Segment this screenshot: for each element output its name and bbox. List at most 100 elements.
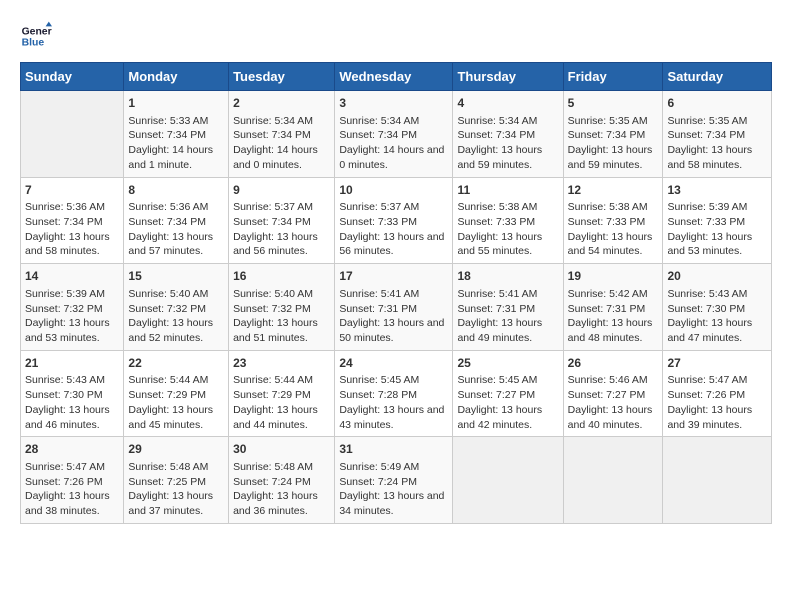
cell-content: Sunrise: 5:37 AM Sunset: 7:34 PM Dayligh… [233, 200, 330, 259]
day-number: 20 [667, 268, 767, 285]
calendar-cell: 16 Sunrise: 5:40 AM Sunset: 7:32 PM Dayli… [229, 264, 335, 351]
cell-content: Sunrise: 5:36 AM Sunset: 7:34 PM Dayligh… [128, 200, 224, 259]
day-number: 25 [457, 355, 558, 372]
calendar-cell: 17 Sunrise: 5:41 AM Sunset: 7:31 PM Dayli… [335, 264, 453, 351]
day-number: 17 [339, 268, 448, 285]
logo: General Blue [20, 20, 56, 52]
calendar-cell: 23Sunrise: 5:44 AM Sunset: 7:29 PM Dayli… [229, 350, 335, 437]
cell-content: Sunrise: 5:47 AM Sunset: 7:26 PM Dayligh… [667, 373, 767, 432]
cell-content: Sunrise: 5:47 AM Sunset: 7:26 PM Dayligh… [25, 460, 119, 519]
calendar-cell: 30 Sunrise: 5:48 AM Sunset: 7:24 PM Dayli… [229, 437, 335, 524]
day-number: 1 [128, 95, 224, 112]
page-header: General Blue [20, 20, 772, 52]
cell-content: Sunrise: 5:41 AM Sunset: 7:31 PM Dayligh… [457, 287, 558, 346]
day-number: 16 [233, 268, 330, 285]
svg-text:General: General [22, 26, 52, 37]
day-number: 9 [233, 182, 330, 199]
day-number: 21 [25, 355, 119, 372]
calendar-cell: 10Sunrise: 5:37 AM Sunset: 7:33 PM Dayli… [335, 177, 453, 264]
cell-content: Sunrise: 5:43 AM Sunset: 7:30 PM Dayligh… [25, 373, 119, 432]
cell-content: Sunrise: 5:45 AM Sunset: 7:27 PM Dayligh… [457, 373, 558, 432]
cell-content: Sunrise: 5:38 AM Sunset: 7:33 PM Dayligh… [457, 200, 558, 259]
day-number: 15 [128, 268, 224, 285]
calendar-cell: 31 Sunrise: 5:49 AM Sunset: 7:24 PM Dayli… [335, 437, 453, 524]
day-number: 10 [339, 182, 448, 199]
calendar-cell: 20 Sunrise: 5:43 AM Sunset: 7:30 PM Dayli… [663, 264, 772, 351]
day-number: 4 [457, 95, 558, 112]
weekday-header-sunday: Sunday [21, 63, 124, 91]
day-number: 11 [457, 182, 558, 199]
calendar-table: SundayMondayTuesdayWednesdayThursdayFrid… [20, 62, 772, 524]
cell-content: Sunrise: 5:42 AM Sunset: 7:31 PM Dayligh… [568, 287, 659, 346]
weekday-header-wednesday: Wednesday [335, 63, 453, 91]
day-number: 23 [233, 355, 330, 372]
cell-content: Sunrise: 5:48 AM Sunset: 7:25 PM Dayligh… [128, 460, 224, 519]
day-number: 8 [128, 182, 224, 199]
logo-icon: General Blue [20, 20, 52, 52]
cell-content: Sunrise: 5:49 AM Sunset: 7:24 PM Dayligh… [339, 460, 448, 519]
calendar-cell: 12Sunrise: 5:38 AM Sunset: 7:33 PM Dayli… [563, 177, 663, 264]
cell-content: Sunrise: 5:33 AM Sunset: 7:34 PM Dayligh… [128, 114, 224, 173]
day-number: 29 [128, 441, 224, 458]
cell-content: Sunrise: 5:35 AM Sunset: 7:34 PM Dayligh… [667, 114, 767, 173]
calendar-cell: 24Sunrise: 5:45 AM Sunset: 7:28 PM Dayli… [335, 350, 453, 437]
cell-content: Sunrise: 5:43 AM Sunset: 7:30 PM Dayligh… [667, 287, 767, 346]
calendar-cell: 8Sunrise: 5:36 AM Sunset: 7:34 PM Daylig… [124, 177, 229, 264]
calendar-cell: 22Sunrise: 5:44 AM Sunset: 7:29 PM Dayli… [124, 350, 229, 437]
calendar-cell [563, 437, 663, 524]
calendar-cell [663, 437, 772, 524]
cell-content: Sunrise: 5:39 AM Sunset: 7:32 PM Dayligh… [25, 287, 119, 346]
calendar-cell: 15 Sunrise: 5:40 AM Sunset: 7:32 PM Dayli… [124, 264, 229, 351]
cell-content: Sunrise: 5:38 AM Sunset: 7:33 PM Dayligh… [568, 200, 659, 259]
calendar-cell: 27Sunrise: 5:47 AM Sunset: 7:26 PM Dayli… [663, 350, 772, 437]
day-number: 22 [128, 355, 224, 372]
calendar-cell: 7Sunrise: 5:36 AM Sunset: 7:34 PM Daylig… [21, 177, 124, 264]
cell-content: Sunrise: 5:45 AM Sunset: 7:28 PM Dayligh… [339, 373, 448, 432]
day-number: 18 [457, 268, 558, 285]
cell-content: Sunrise: 5:37 AM Sunset: 7:33 PM Dayligh… [339, 200, 448, 259]
day-number: 6 [667, 95, 767, 112]
svg-text:Blue: Blue [22, 38, 45, 49]
calendar-cell: 19 Sunrise: 5:42 AM Sunset: 7:31 PM Dayli… [563, 264, 663, 351]
cell-content: Sunrise: 5:34 AM Sunset: 7:34 PM Dayligh… [457, 114, 558, 173]
day-number: 7 [25, 182, 119, 199]
day-number: 5 [568, 95, 659, 112]
day-number: 27 [667, 355, 767, 372]
calendar-cell: 6 Sunrise: 5:35 AM Sunset: 7:34 PM Daylig… [663, 91, 772, 178]
weekday-header-saturday: Saturday [663, 63, 772, 91]
calendar-cell: 9Sunrise: 5:37 AM Sunset: 7:34 PM Daylig… [229, 177, 335, 264]
day-number: 30 [233, 441, 330, 458]
calendar-cell: 11Sunrise: 5:38 AM Sunset: 7:33 PM Dayli… [453, 177, 563, 264]
cell-content: Sunrise: 5:41 AM Sunset: 7:31 PM Dayligh… [339, 287, 448, 346]
calendar-cell: 14 Sunrise: 5:39 AM Sunset: 7:32 PM Dayli… [21, 264, 124, 351]
cell-content: Sunrise: 5:44 AM Sunset: 7:29 PM Dayligh… [233, 373, 330, 432]
day-number: 31 [339, 441, 448, 458]
day-number: 12 [568, 182, 659, 199]
calendar-cell: 13Sunrise: 5:39 AM Sunset: 7:33 PM Dayli… [663, 177, 772, 264]
day-number: 14 [25, 268, 119, 285]
cell-content: Sunrise: 5:34 AM Sunset: 7:34 PM Dayligh… [339, 114, 448, 173]
calendar-cell: 3 Sunrise: 5:34 AM Sunset: 7:34 PM Daylig… [335, 91, 453, 178]
calendar-cell: 5 Sunrise: 5:35 AM Sunset: 7:34 PM Daylig… [563, 91, 663, 178]
calendar-cell [453, 437, 563, 524]
calendar-cell: 18 Sunrise: 5:41 AM Sunset: 7:31 PM Dayli… [453, 264, 563, 351]
day-number: 26 [568, 355, 659, 372]
day-number: 28 [25, 441, 119, 458]
calendar-cell: 2Sunrise: 5:34 AM Sunset: 7:34 PM Daylig… [229, 91, 335, 178]
cell-content: Sunrise: 5:40 AM Sunset: 7:32 PM Dayligh… [128, 287, 224, 346]
cell-content: Sunrise: 5:46 AM Sunset: 7:27 PM Dayligh… [568, 373, 659, 432]
cell-content: Sunrise: 5:48 AM Sunset: 7:24 PM Dayligh… [233, 460, 330, 519]
day-number: 13 [667, 182, 767, 199]
cell-content: Sunrise: 5:35 AM Sunset: 7:34 PM Dayligh… [568, 114, 659, 173]
cell-content: Sunrise: 5:40 AM Sunset: 7:32 PM Dayligh… [233, 287, 330, 346]
cell-content: Sunrise: 5:36 AM Sunset: 7:34 PM Dayligh… [25, 200, 119, 259]
calendar-cell: 26Sunrise: 5:46 AM Sunset: 7:27 PM Dayli… [563, 350, 663, 437]
calendar-cell: 4 Sunrise: 5:34 AM Sunset: 7:34 PM Daylig… [453, 91, 563, 178]
calendar-cell: 21Sunrise: 5:43 AM Sunset: 7:30 PM Dayli… [21, 350, 124, 437]
day-number: 3 [339, 95, 448, 112]
calendar-cell: 25Sunrise: 5:45 AM Sunset: 7:27 PM Dayli… [453, 350, 563, 437]
day-number: 24 [339, 355, 448, 372]
calendar-cell [21, 91, 124, 178]
day-number: 19 [568, 268, 659, 285]
cell-content: Sunrise: 5:39 AM Sunset: 7:33 PM Dayligh… [667, 200, 767, 259]
